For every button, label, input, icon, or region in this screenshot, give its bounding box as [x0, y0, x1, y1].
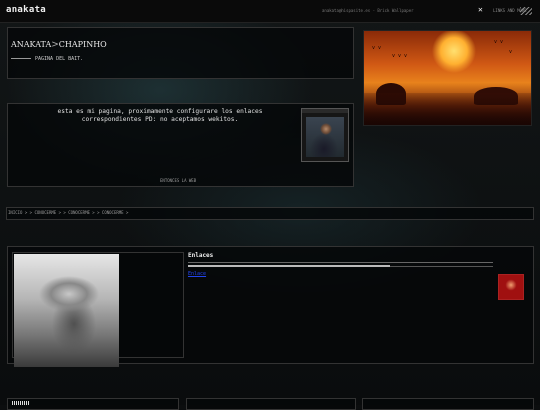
portrait-titlebar	[302, 109, 348, 113]
ground-silhouette	[364, 93, 531, 125]
title-subname: CHAPINHO	[58, 40, 107, 49]
site-logo[interactable]: anakata	[6, 5, 46, 15]
concert-photo	[14, 254, 119, 367]
subtitle-rule	[11, 58, 31, 59]
enlaces-rule-thin	[390, 266, 493, 267]
enlaces-title: Enlaces	[188, 252, 214, 259]
breadcrumb[interactable]: INICIO > > CONOCERME > > CONOCERME > > C…	[8, 210, 128, 215]
bird-icon: v	[509, 49, 513, 55]
close-icon[interactable]: ✕	[478, 5, 483, 14]
avatar	[498, 274, 524, 300]
profile-panel	[7, 27, 354, 79]
header-image-sunset: v v v v v v v v	[363, 30, 532, 126]
bottom-panel-left	[7, 398, 179, 410]
bird-icon: v v v	[392, 53, 408, 59]
page-subtitle: PAGINA DEL BAIT.	[35, 56, 84, 62]
header-info: anakata@hispasite.es - Brick Wallpaper	[322, 8, 414, 13]
enlaces-rule	[188, 262, 493, 263]
welcome-footer-link[interactable]: ENTONCES LA WEB	[160, 178, 196, 183]
welcome-text: esta es mi pagina, proximamente configur…	[57, 108, 263, 123]
title-separator: >	[51, 40, 59, 50]
title-name: ANAKATA	[11, 40, 52, 49]
bottom-panel-middle	[186, 398, 356, 410]
top-bar: anakata anakata@hispasite.es - Brick Wal…	[0, 0, 540, 23]
portrait-image	[306, 117, 344, 157]
bird-icon: v v	[494, 39, 504, 45]
bird-icon: v v	[372, 45, 382, 51]
barcode-icon	[12, 401, 30, 405]
portrait-window	[301, 108, 349, 162]
bottom-panel-right	[362, 398, 534, 410]
enlaces-link[interactable]: Enlace	[188, 271, 206, 277]
stripes-icon	[520, 7, 532, 15]
enlaces-rule-bold	[188, 265, 390, 267]
page-title: ANAKATA>CHAPINHO	[11, 40, 107, 50]
